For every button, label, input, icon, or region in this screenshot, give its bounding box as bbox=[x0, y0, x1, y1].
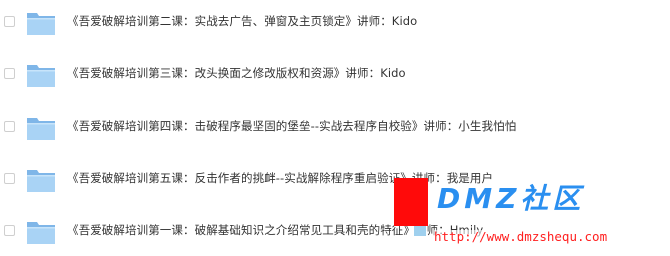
folder-list: 《吾爱破解培训第二课：实战去广告、弹窗及主页锁定》讲师：Kido 《吾爱破解培训… bbox=[0, 0, 670, 256]
watermark-logo: DMZ社区 bbox=[437, 182, 585, 215]
row-checkbox[interactable] bbox=[4, 68, 15, 79]
watermark-blue-square bbox=[414, 226, 426, 236]
folder-icon bbox=[26, 112, 56, 142]
row-checkbox[interactable] bbox=[4, 121, 15, 132]
row-checkbox[interactable] bbox=[4, 225, 15, 236]
folder-row[interactable]: 《吾爱破解培训第四课：击破程序最坚固的堡垒--实战去程序自校验》讲师：小生我怕怕 bbox=[0, 108, 670, 148]
row-checkbox[interactable] bbox=[4, 16, 15, 27]
folder-icon bbox=[26, 216, 56, 246]
folder-row[interactable]: 《吾爱破解培训第三课：改头换面之修改版权和资源》讲师：Kido bbox=[0, 55, 670, 95]
watermark-red-square bbox=[394, 178, 428, 226]
row-checkbox[interactable] bbox=[4, 173, 15, 184]
folder-icon bbox=[26, 59, 56, 89]
watermark-url: http://www.dmzshequ.com bbox=[434, 229, 608, 244]
folder-name[interactable]: 《吾爱破解培训第二课：实战去广告、弹窗及主页锁定》讲师：Kido bbox=[67, 14, 417, 28]
folder-name[interactable]: 《吾爱破解培训第四课：击破程序最坚固的堡垒--实战去程序自校验》讲师：小生我怕怕 bbox=[67, 119, 516, 133]
folder-row[interactable]: 《吾爱破解培训第二课：实战去广告、弹窗及主页锁定》讲师：Kido bbox=[0, 3, 670, 43]
folder-name[interactable]: 《吾爱破解培训第五课：反击作者的挑衅--实战解除程序重启验证》讲师：我是用户 bbox=[67, 171, 493, 185]
folder-name[interactable]: 《吾爱破解培训第三课：改头换面之修改版权和资源》讲师：Kido bbox=[67, 66, 406, 80]
folder-icon bbox=[26, 7, 56, 37]
folder-icon bbox=[26, 164, 56, 194]
